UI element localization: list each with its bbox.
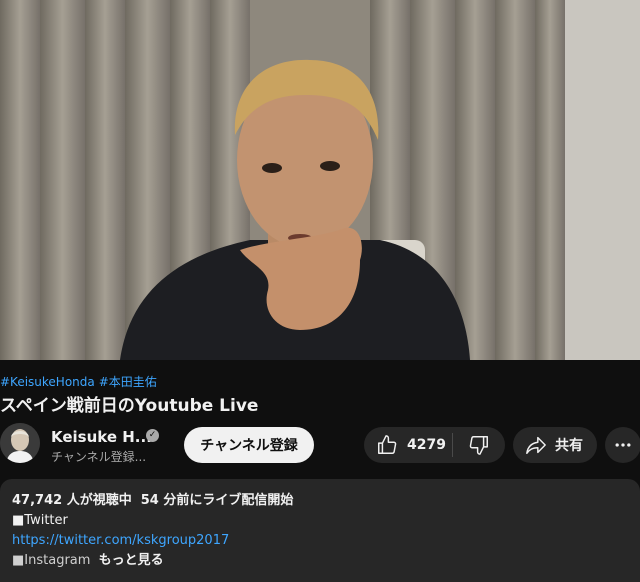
thumbs-down-icon	[469, 436, 488, 455]
channel-name[interactable]: Keisuke H...	[51, 428, 152, 446]
hashtag-link[interactable]: #KeisukeHonda	[0, 375, 95, 389]
description-line: ■Instagram	[12, 553, 91, 568]
viewer-count: 47,742 人が視聴中	[12, 493, 132, 508]
more-horizontal-icon	[615, 443, 631, 447]
hashtag-link[interactable]: #本田圭佑	[99, 375, 157, 389]
video-frame	[0, 0, 640, 360]
channel-avatar[interactable]	[0, 423, 40, 463]
verified-check-icon: ✓	[146, 429, 159, 442]
video-player[interactable]	[0, 0, 640, 360]
twitter-link[interactable]: https://twitter.com/kskgroup2017	[12, 533, 229, 548]
video-title: スペイン戦前日のYoutube Live	[0, 396, 259, 416]
stream-start-time: 54 分前にライブ配信開始	[140, 493, 294, 508]
like-button[interactable]: 4279	[364, 427, 452, 463]
share-arrow-icon	[526, 436, 546, 454]
show-more-button[interactable]: もっと見る	[99, 553, 164, 568]
avatar-image	[0, 423, 40, 463]
like-dislike-group: 4279	[364, 427, 505, 463]
subscribe-button[interactable]: チャンネル登録	[184, 427, 314, 463]
share-label: 共有	[555, 438, 583, 454]
thumbs-up-icon	[378, 435, 397, 454]
hashtag-row: #KeisukeHonda #本田圭佑	[0, 373, 161, 390]
like-count: 4279	[407, 437, 446, 453]
subscriber-count: チャンネル登録...	[51, 450, 147, 464]
more-actions-button[interactable]	[605, 427, 640, 463]
live-stats: 47,742 人が視聴中 54 分前にライブ配信開始	[12, 491, 628, 511]
share-button[interactable]: 共有	[513, 427, 597, 463]
description-box[interactable]: 47,742 人が視聴中 54 分前にライブ配信開始 ■Twitter http…	[0, 479, 640, 582]
description-line: ■Twitter	[12, 513, 68, 528]
dislike-button[interactable]	[453, 427, 505, 463]
